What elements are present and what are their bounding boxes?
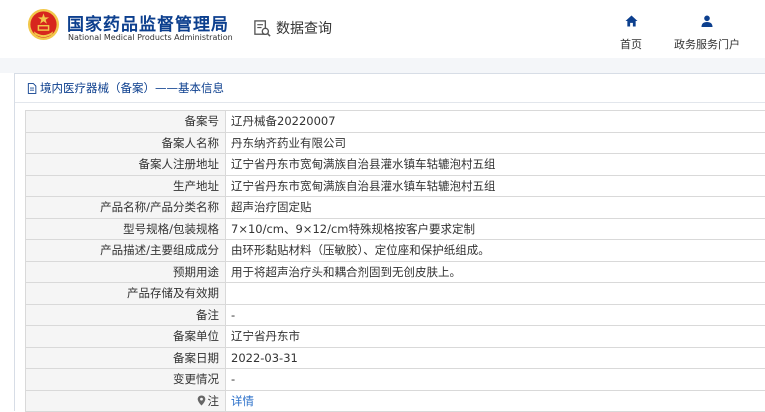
detail-row-label: 注 xyxy=(26,390,226,412)
data-query-label: 数据查询 xyxy=(276,18,332,38)
table-row: 备案单位 辽宁省丹东市 xyxy=(26,326,765,348)
row-label: 备案人注册地址 xyxy=(26,154,226,176)
row-label: 备案单位 xyxy=(26,326,226,348)
home-icon xyxy=(625,15,638,27)
row-label: 变更情况 xyxy=(26,369,226,391)
nav-home-label: 首页 xyxy=(617,36,645,52)
org-name-cn: 国家药品监督管理局 xyxy=(67,10,229,35)
header-divider-band xyxy=(0,58,765,73)
detail-link[interactable]: 详情 xyxy=(226,390,765,412)
row-label: 备注 xyxy=(26,304,226,326)
table-row: 备案人注册地址 辽宁省丹东市宽甸满族自治县灌水镇车轱辘泡村五组 xyxy=(26,154,765,176)
document-icon xyxy=(27,83,37,94)
row-label: 备案日期 xyxy=(26,347,226,369)
table-row: 产品名称/产品分类名称 超声治疗固定贴 xyxy=(26,197,765,219)
table-row: 备案日期 2022-03-31 xyxy=(26,347,765,369)
row-value xyxy=(226,283,765,305)
row-value: 辽宁省丹东市 xyxy=(226,326,765,348)
table-row-detail: 注 详情 xyxy=(26,390,765,412)
table-row: 备注 - xyxy=(26,304,765,326)
row-label: 产品名称/产品分类名称 xyxy=(26,197,226,219)
row-value: 2022-03-31 xyxy=(226,347,765,369)
row-label: 型号规格/包装规格 xyxy=(26,218,226,240)
table-row: 变更情况 - xyxy=(26,369,765,391)
row-value: 丹东纳齐药业有限公司 xyxy=(226,132,765,154)
basic-info-table: 备案号 辽丹械备20220007 备案人名称 丹东纳齐药业有限公司 备案人注册地… xyxy=(25,110,765,412)
info-panel: 境内医疗器械（备案）——基本信息 备案号 辽丹械备20220007 备案人名称 … xyxy=(14,73,765,411)
nav-service-portal[interactable]: 政务服务门户 xyxy=(668,12,746,52)
table-row: 生产地址 辽宁省丹东市宽甸满族自治县灌水镇车轱辘泡村五组 xyxy=(26,175,765,197)
nav-home[interactable]: 首页 xyxy=(617,12,645,52)
detail-row-label-text: 注 xyxy=(208,393,220,409)
panel-title: 境内医疗器械（备案）——基本信息 xyxy=(15,74,765,103)
user-icon xyxy=(701,15,713,27)
table-row: 备案号 辽丹械备20220007 xyxy=(26,111,765,133)
row-value: 用于将超声治疗头和耦合剂固到无创皮肤上。 xyxy=(226,261,765,283)
table-row: 型号规格/包装规格 7×10/cm、9×12/cm特殊规格按客户要求定制 xyxy=(26,218,765,240)
data-query-link[interactable]: 数据查询 xyxy=(253,18,332,38)
row-value: 辽宁省丹东市宽甸满族自治县灌水镇车轱辘泡村五组 xyxy=(226,154,765,176)
row-label: 生产地址 xyxy=(26,175,226,197)
row-value: 超声治疗固定贴 xyxy=(226,197,765,219)
table-row: 产品描述/主要组成成分 由环形黏贴材料（压敏胶）、定位座和保护纸组成。 xyxy=(26,240,765,262)
org-name-en: National Medical Products Administration xyxy=(68,33,233,42)
data-query-icon xyxy=(253,19,272,38)
panel-title-text: 境内医疗器械（备案）——基本信息 xyxy=(40,80,224,96)
table-row: 备案人名称 丹东纳齐药业有限公司 xyxy=(26,132,765,154)
row-label: 产品描述/主要组成成分 xyxy=(26,240,226,262)
row-value: 辽宁省丹东市宽甸满族自治县灌水镇车轱辘泡村五组 xyxy=(226,175,765,197)
table-row: 预期用途 用于将超声治疗头和耦合剂固到无创皮肤上。 xyxy=(26,261,765,283)
row-label: 备案人名称 xyxy=(26,132,226,154)
site-header: 国家药品监督管理局 National Medical Products Admi… xyxy=(0,0,765,58)
row-value: 由环形黏贴材料（压敏胶）、定位座和保护纸组成。 xyxy=(226,240,765,262)
row-value: 7×10/cm、9×12/cm特殊规格按客户要求定制 xyxy=(226,218,765,240)
national-emblem-icon xyxy=(27,8,60,41)
row-label: 备案号 xyxy=(26,111,226,133)
row-label: 产品存储及有效期 xyxy=(26,283,226,305)
table-row: 产品存储及有效期 xyxy=(26,283,765,305)
row-value: - xyxy=(226,369,765,391)
row-value: - xyxy=(226,304,765,326)
row-label: 预期用途 xyxy=(26,261,226,283)
row-value: 辽丹械备20220007 xyxy=(226,111,765,133)
nav-service-label: 政务服务门户 xyxy=(668,36,746,52)
location-pin-icon xyxy=(197,395,206,406)
